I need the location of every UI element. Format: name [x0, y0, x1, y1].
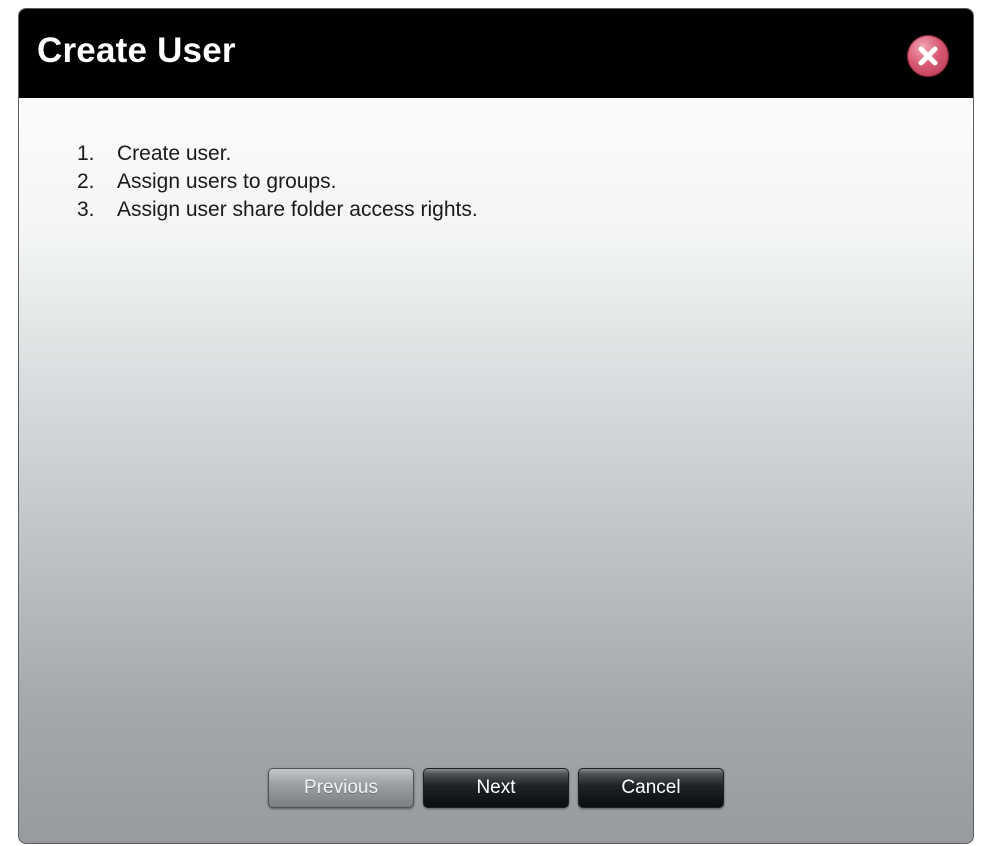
step-text: Assign users to groups. — [117, 170, 337, 193]
close-button[interactable] — [907, 35, 949, 77]
dialog-title: Create User — [37, 31, 236, 70]
step-number: 2. — [77, 170, 95, 193]
cancel-button[interactable]: Cancel — [578, 768, 724, 808]
step-number: 1. — [77, 142, 95, 165]
step-item: 1. Create user. — [77, 140, 478, 168]
next-button[interactable]: Next — [423, 768, 569, 808]
step-item: 2. Assign users to groups. — [77, 168, 478, 196]
close-x-icon — [918, 46, 938, 66]
step-item: 3. Assign user share folder access right… — [77, 196, 478, 224]
step-text: Assign user share folder access rights. — [117, 198, 478, 221]
steps-list: 1. Create user. 2. Assign users to group… — [77, 140, 478, 224]
previous-button[interactable]: Previous — [268, 768, 414, 808]
create-user-dialog: Create User 1. Create user. 2. Assign us… — [18, 8, 974, 844]
step-number: 3. — [77, 198, 95, 221]
dialog-titlebar: Create User — [19, 9, 973, 98]
step-text: Create user. — [117, 142, 232, 165]
